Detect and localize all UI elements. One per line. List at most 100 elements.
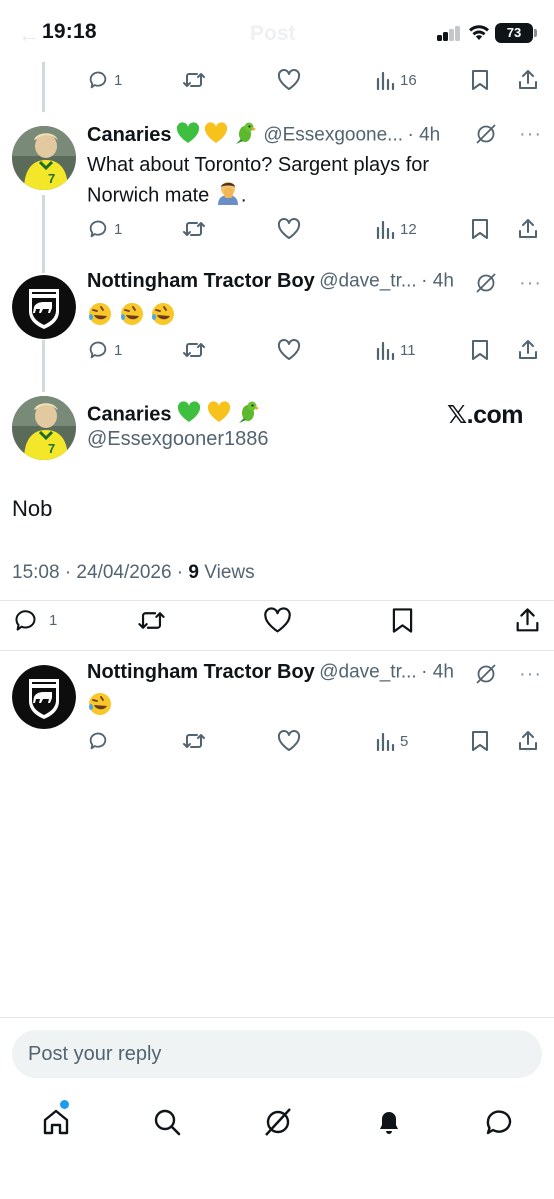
views-icon	[376, 220, 395, 239]
reply-input[interactable]	[12, 1030, 542, 1078]
thread-line	[42, 62, 45, 112]
bookmark-button[interactable]	[470, 66, 490, 94]
share-button[interactable]	[517, 336, 539, 364]
bookmark-button[interactable]	[470, 727, 490, 755]
home-icon	[43, 1109, 69, 1135]
like-button[interactable]	[277, 66, 301, 94]
more-options-icon[interactable]: ···	[519, 124, 542, 144]
like-button[interactable]	[277, 215, 301, 243]
views-button[interactable]: 16	[375, 66, 417, 94]
tweet-actions: 1 12	[87, 215, 542, 243]
divider	[0, 600, 554, 601]
repost-icon	[183, 734, 205, 748]
views-button[interactable]: 11	[375, 336, 416, 364]
thread-line	[42, 195, 45, 273]
views-count: 16	[400, 71, 417, 89]
grok-icon[interactable]	[475, 123, 497, 145]
tweet-text: What about Toronto? Sargent plays for No…	[87, 151, 527, 213]
tweet-actions: 5	[87, 727, 542, 755]
reply-count: 1	[114, 220, 123, 238]
repost-button[interactable]	[182, 336, 206, 364]
post-time: · 4h	[421, 661, 454, 683]
avatar[interactable]: 7	[12, 126, 76, 190]
views-button[interactable]: 12	[375, 215, 417, 243]
status-bar: ← 19:18 Post 73	[0, 0, 554, 66]
like-button[interactable]	[263, 606, 292, 634]
divider	[0, 1017, 554, 1018]
display-name[interactable]: Canaries	[87, 124, 172, 146]
repost-button[interactable]	[182, 215, 206, 243]
handle[interactable]: @Essexgooner1886	[87, 428, 269, 451]
repost-icon	[183, 222, 205, 236]
back-arrow-icon[interactable]: ←	[18, 22, 40, 48]
page-title: Post	[250, 22, 296, 45]
reply-button[interactable]: 1	[87, 66, 122, 94]
nav-notifications[interactable]	[369, 1102, 409, 1142]
views-number: 9	[188, 562, 199, 583]
repost-button[interactable]	[137, 606, 166, 634]
rofl-emoji-icon	[87, 301, 113, 335]
nav-search[interactable]	[147, 1102, 187, 1142]
nav-home[interactable]	[36, 1102, 76, 1142]
share-button[interactable]	[517, 66, 539, 94]
reply-count: 1	[114, 341, 123, 359]
avatar[interactable]	[12, 665, 76, 729]
repost-button[interactable]	[182, 727, 206, 755]
svg-text:7: 7	[48, 441, 55, 456]
bookmark-button[interactable]	[390, 606, 415, 634]
reply-button[interactable]: 1	[87, 336, 122, 364]
nav-messages[interactable]	[479, 1102, 519, 1142]
share-button[interactable]	[514, 606, 541, 634]
heart-icon	[277, 339, 301, 360]
handle[interactable]: @Essexgoone...	[263, 125, 403, 146]
display-name[interactable]: Nottingham Tractor Boy	[87, 661, 315, 683]
home-notification-dot	[60, 1100, 69, 1109]
reply-button[interactable]: 1	[87, 215, 122, 243]
avatar[interactable]	[12, 275, 76, 339]
repost-icon	[183, 73, 205, 87]
reply-button[interactable]: 1	[12, 606, 57, 634]
nav-grok[interactable]	[258, 1102, 298, 1142]
status-time: 19:18	[42, 20, 97, 43]
bookmark-icon	[472, 340, 488, 360]
grok-icon	[265, 1108, 291, 1136]
battery-nub	[534, 29, 537, 37]
views-button[interactable]: 5	[375, 727, 408, 755]
share-button[interactable]	[517, 215, 539, 243]
tweet-text-part: Norwich mate	[87, 184, 210, 207]
share-button[interactable]	[517, 727, 539, 755]
facepalm-emoji-icon	[215, 179, 241, 213]
views-icon	[376, 71, 395, 90]
like-button[interactable]	[277, 727, 301, 755]
bookmark-button[interactable]	[470, 215, 490, 243]
grok-icon[interactable]	[475, 272, 497, 294]
messages-icon	[486, 1110, 512, 1135]
signal-icon	[437, 25, 463, 41]
more-options-icon[interactable]: ···	[519, 273, 542, 293]
tweet-text-suffix: .	[240, 184, 247, 207]
display-name[interactable]: Canaries	[87, 403, 172, 425]
heart-icon	[277, 69, 301, 90]
reply-icon	[89, 341, 107, 359]
avatar[interactable]: 7	[12, 396, 76, 460]
svg-text:7: 7	[48, 171, 55, 186]
handle[interactable]: @dave_tr...	[319, 662, 416, 683]
grok-icon[interactable]	[475, 663, 497, 685]
bookmark-icon	[392, 607, 413, 633]
battery-indicator: 73	[495, 23, 533, 43]
handle[interactable]: @dave_tr...	[319, 271, 416, 292]
reply-count: 1	[49, 611, 58, 629]
reply-button[interactable]	[87, 727, 109, 755]
reply-count: 1	[114, 71, 123, 89]
bookmark-icon	[472, 731, 488, 751]
more-options-icon[interactable]: ···	[519, 664, 542, 684]
timestamp: 15:08 · 24/04/2026 ·	[12, 562, 189, 583]
share-icon	[519, 219, 537, 238]
bookmark-button[interactable]	[470, 336, 490, 364]
repost-button[interactable]	[182, 66, 206, 94]
views-count: 5	[400, 732, 409, 750]
parrot-icon	[233, 121, 259, 150]
like-button[interactable]	[277, 336, 301, 364]
divider	[0, 650, 554, 651]
display-name[interactable]: Nottingham Tractor Boy	[87, 270, 315, 292]
